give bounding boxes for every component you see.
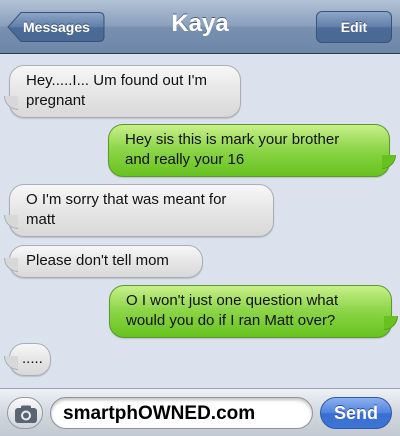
message-text: pregnant [26,92,86,109]
message-text: Please don't tell mom [26,252,169,269]
message-text: would you do if I ran Matt over? [126,312,336,329]
message-bubble-outgoing[interactable]: O I won't just one question what would y… [109,285,392,338]
message-bubble-incoming[interactable]: O I'm sorry that was meant for matt [9,184,274,237]
message-text: Hey sis this is mark your brother [125,131,340,148]
message-bubble-incoming[interactable]: Hey.....I... Um found out I'm pregnant [9,65,241,118]
message-bubble-outgoing[interactable]: Hey sis this is mark your brother and re… [108,124,390,177]
message-bubble-incoming[interactable]: Please don't tell mom [9,245,203,278]
message-text: O I won't just one question what [126,292,339,309]
message-text: ..... [22,350,43,367]
bubble-tail [4,215,18,229]
nav-bar: Messages Kaya Edit [0,0,400,54]
edit-button[interactable]: Edit [316,11,392,43]
bubble-tail [384,316,398,330]
camera-button[interactable] [7,397,43,429]
message-text: Hey.....I... Um found out I'm [26,72,207,89]
composer-bar: smartphOWNED.com Send [0,388,400,436]
message-text: O I'm sorry that was meant for [26,191,227,208]
message-text: and really your 16 [125,151,245,168]
message-text: matt [26,211,56,228]
bubble-tail [382,155,396,169]
send-button[interactable]: Send [320,397,392,429]
bubble-tail [4,258,18,272]
bubble-tail [4,356,18,370]
camera-icon [15,405,37,423]
message-input[interactable]: smartphOWNED.com [50,397,313,429]
bubble-tail [4,96,18,110]
